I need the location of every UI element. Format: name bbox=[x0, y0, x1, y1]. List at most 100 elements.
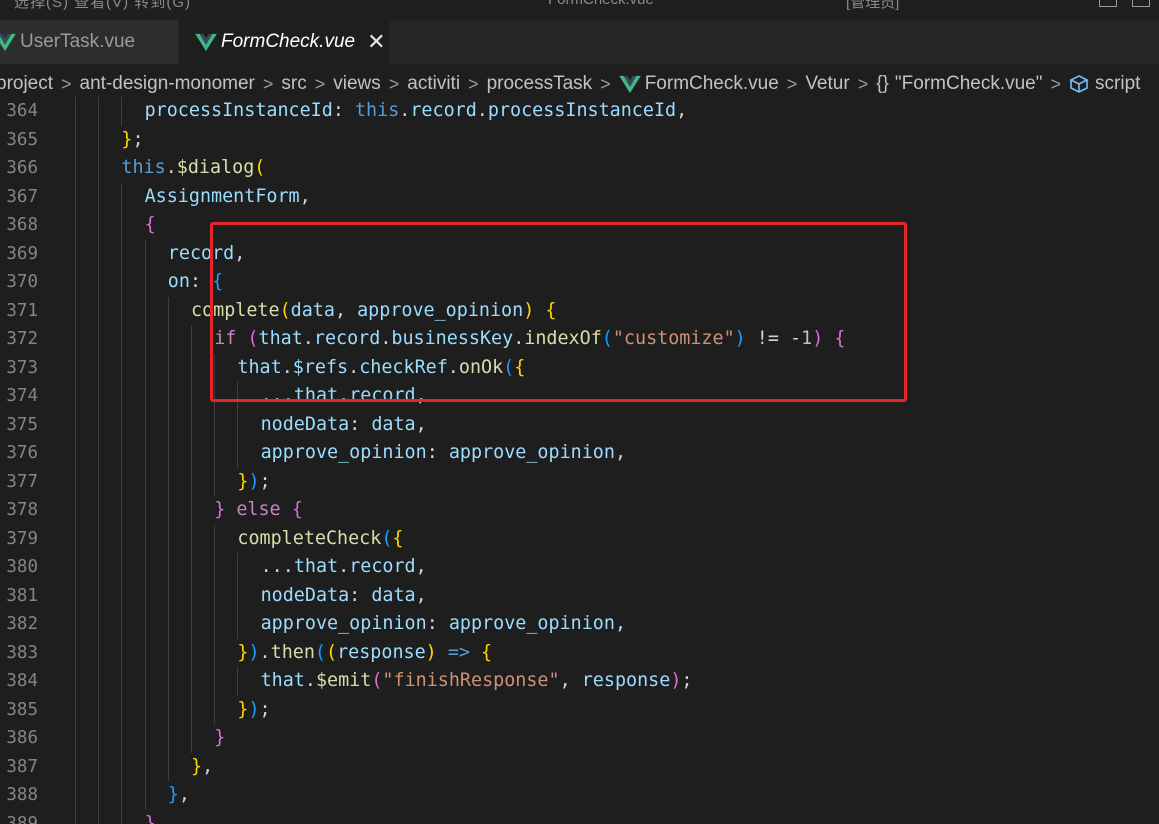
code-text: ...that.record, bbox=[261, 553, 427, 582]
code-text: that.$refs.checkRef.onOk({ bbox=[237, 354, 525, 383]
breadcrumb-item[interactable]: processTask bbox=[487, 73, 593, 95]
line-number: 374 bbox=[6, 386, 38, 406]
code-text: }); bbox=[237, 468, 270, 497]
line-number: 386 bbox=[6, 728, 38, 748]
code-token: processInstanceId bbox=[487, 100, 677, 121]
code-token: that bbox=[293, 556, 339, 577]
indent-guide bbox=[98, 182, 100, 211]
indent-guide bbox=[75, 268, 76, 297]
indent-guide bbox=[237, 439, 239, 468]
breadcrumb-item[interactable]: project bbox=[0, 73, 53, 95]
code-token: , bbox=[334, 299, 358, 321]
indent-guide bbox=[214, 695, 216, 724]
indent-guide bbox=[191, 382, 192, 411]
line-number: 371 bbox=[6, 300, 38, 321]
indent-guide bbox=[121, 97, 123, 126]
indent-guide bbox=[98, 268, 100, 297]
code-token: approve_opinion bbox=[260, 442, 427, 463]
indent-guide bbox=[191, 724, 192, 753]
code-token: ( bbox=[371, 670, 383, 691]
indent-guide bbox=[144, 667, 146, 696]
line-number: 367 bbox=[6, 186, 38, 207]
code-text: processInstanceId: this.record.processIn… bbox=[145, 97, 688, 126]
code-text: this.$dialog( bbox=[121, 154, 265, 183]
breadcrumb-item[interactable]: src bbox=[281, 73, 306, 95]
code-editor[interactable]: 364 processInstanceId: this.record.proces… bbox=[0, 97, 1159, 824]
menu-bar[interactable]: 选择(S) 查看(V) 转到(G) bbox=[14, 0, 191, 12]
indent-guide bbox=[121, 182, 123, 211]
line-number: 389 bbox=[6, 813, 38, 824]
breadcrumb-item-file[interactable]: FormCheck.vue bbox=[618, 73, 779, 95]
code-token: completeCheck bbox=[237, 527, 382, 549]
code-token: "customize" bbox=[612, 328, 735, 349]
indent-guide bbox=[98, 638, 100, 667]
line-number: 370 bbox=[6, 272, 38, 292]
code-token: , bbox=[614, 613, 627, 634]
indent-guide bbox=[121, 439, 123, 468]
breadcrumb-item-module[interactable]: {} "FormCheck.vue" bbox=[876, 73, 1042, 95]
indent-guide bbox=[191, 581, 192, 610]
code-token: . bbox=[165, 157, 177, 178]
line-number: 366 bbox=[6, 158, 38, 178]
code-text: }); bbox=[237, 696, 270, 725]
code-token: approve_opinion bbox=[448, 442, 615, 463]
breadcrumb-item-script[interactable]: script bbox=[1069, 73, 1140, 95]
indent-guide bbox=[121, 667, 123, 696]
indent-guide bbox=[214, 382, 216, 411]
indent-guide bbox=[98, 724, 100, 753]
breadcrumb-separator: > bbox=[468, 73, 479, 94]
code-token: { bbox=[834, 328, 846, 349]
code-token: ( bbox=[601, 328, 613, 349]
indent-guide bbox=[144, 638, 146, 667]
line-number: 388 bbox=[6, 785, 38, 805]
indent-guide bbox=[214, 439, 216, 468]
code-token: . bbox=[513, 328, 525, 349]
code-token: , bbox=[178, 784, 190, 805]
restore-window-button[interactable] bbox=[1099, 0, 1117, 7]
indent-guide bbox=[75, 638, 76, 667]
indent-guide bbox=[121, 268, 123, 297]
code-token: : bbox=[332, 100, 355, 121]
code-token: . bbox=[348, 356, 360, 378]
tab-usertask[interactable]: UserTask.vue bbox=[0, 20, 178, 64]
tab-formcheck[interactable]: FormCheck.vue ✕ bbox=[179, 20, 389, 64]
line-number: 376 bbox=[6, 443, 38, 463]
code-token: { bbox=[545, 299, 557, 321]
code-token: . bbox=[281, 356, 293, 378]
code-token: ( bbox=[326, 641, 338, 663]
code-text: approve_opinion: approve_opinion, bbox=[261, 439, 626, 468]
code-text: that.$emit("finishResponse", response); bbox=[261, 667, 693, 696]
breadcrumb-separator: > bbox=[61, 73, 72, 94]
code-token: . bbox=[380, 328, 392, 349]
close-window-button[interactable] bbox=[1132, 0, 1150, 7]
code-token: { bbox=[481, 641, 493, 663]
indent-guide bbox=[75, 553, 76, 582]
code-token: { bbox=[291, 499, 303, 520]
indent-guide bbox=[98, 353, 100, 382]
indent-guide bbox=[75, 581, 76, 610]
code-text: complete(data, approve_opinion) { bbox=[191, 297, 556, 326]
indent-guide bbox=[167, 353, 169, 382]
indent-guide bbox=[75, 239, 76, 268]
line-number: 368 bbox=[6, 215, 38, 235]
indent-guide bbox=[144, 553, 146, 582]
line-number: 369 bbox=[6, 243, 38, 264]
code-token: ) bbox=[248, 641, 260, 663]
code-token: complete bbox=[191, 299, 280, 321]
close-icon[interactable]: ✕ bbox=[367, 29, 385, 55]
indent-guide bbox=[214, 581, 216, 610]
indent-guide bbox=[167, 610, 169, 639]
code-token: if bbox=[214, 328, 237, 349]
indent-guide bbox=[144, 239, 146, 268]
indent-guide bbox=[121, 610, 123, 639]
breadcrumb-item[interactable]: activiti bbox=[407, 73, 460, 95]
line-number: 380 bbox=[6, 557, 38, 577]
code-token: response bbox=[581, 670, 671, 691]
breadcrumb-item[interactable]: Vetur bbox=[805, 73, 849, 95]
breadcrumb-item[interactable]: views bbox=[333, 73, 381, 95]
indent-guide bbox=[167, 496, 169, 525]
breadcrumb-item[interactable]: ant-design-monomer bbox=[80, 73, 255, 95]
